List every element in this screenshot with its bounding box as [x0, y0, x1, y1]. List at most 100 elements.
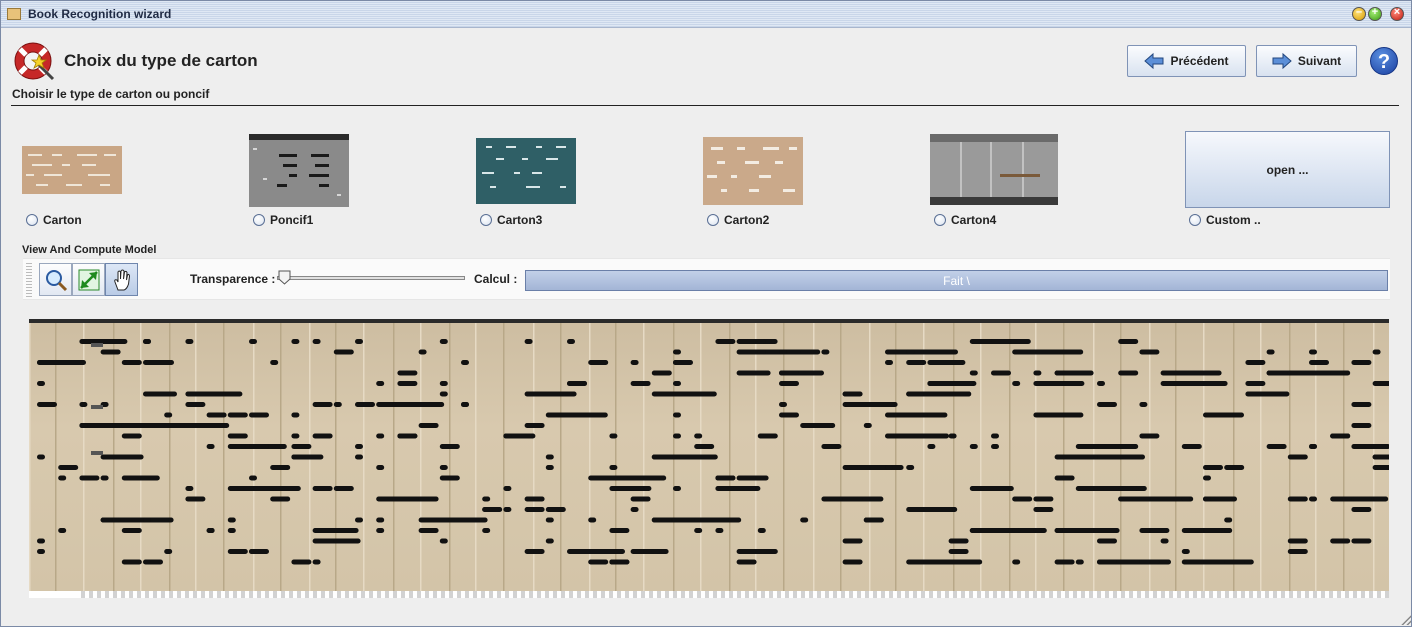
punch-hole — [1203, 412, 1244, 418]
punch-hole — [121, 433, 142, 439]
punch-hole — [227, 412, 248, 418]
punch-hole — [673, 486, 681, 491]
punch-hole — [1054, 559, 1075, 565]
punch-hole — [609, 465, 618, 470]
punch-hole — [227, 517, 236, 523]
calcul-label: Calcul : — [474, 272, 518, 286]
expand-arrows-icon — [78, 269, 99, 290]
slider-thumb[interactable] — [278, 270, 291, 285]
carton4-thumbnail[interactable] — [930, 134, 1058, 205]
punch-hole — [524, 391, 577, 397]
punch-hole — [58, 475, 67, 481]
punch-hole — [991, 433, 999, 439]
punch-hole — [609, 486, 652, 491]
punch-hole — [439, 381, 448, 386]
punch-hole — [79, 402, 88, 407]
punch-hole — [1033, 381, 1085, 386]
punch-hole — [312, 559, 321, 565]
punch-hole — [270, 496, 291, 502]
punch-hole — [1372, 465, 1389, 470]
registration-mark — [91, 405, 103, 409]
punch-hole — [1203, 475, 1211, 481]
punch-hole — [630, 381, 651, 386]
punch-hole — [418, 423, 439, 428]
punch-hole — [885, 360, 893, 365]
punch-hole — [1181, 496, 1190, 502]
help-icon[interactable]: ? — [1370, 47, 1398, 75]
punch-hole — [1245, 391, 1290, 397]
minimize-button[interactable]: – — [1352, 6, 1366, 21]
punch-hole — [249, 444, 269, 449]
punch-hole — [185, 496, 206, 502]
punch-hole — [249, 339, 257, 344]
punch-hole — [143, 559, 163, 565]
carton-radio[interactable] — [26, 214, 38, 226]
punch-hole — [37, 454, 45, 460]
punch-hole — [37, 538, 45, 544]
punch-hole — [439, 475, 460, 481]
carton-thumbnail[interactable] — [22, 146, 122, 194]
transparence-slider[interactable] — [275, 267, 467, 289]
punch-hole — [397, 433, 418, 439]
poncif1-radio[interactable] — [253, 214, 265, 226]
punch-hole — [800, 349, 821, 355]
poncif1-thumbnail[interactable] — [249, 134, 349, 207]
carton2-label: Carton2 — [724, 213, 770, 227]
punch-hole — [1351, 423, 1372, 428]
punch-hole — [418, 528, 439, 533]
punch-hole — [355, 402, 375, 407]
punch-hole — [736, 486, 757, 491]
hand-icon — [113, 269, 130, 290]
punch-hole — [779, 402, 787, 407]
punch-hole — [121, 360, 142, 365]
punch-hole — [842, 465, 904, 470]
next-button[interactable]: Suivant — [1256, 45, 1357, 77]
registration-mark — [91, 451, 103, 455]
next-button-label: Suivant — [1297, 54, 1342, 68]
punch-hole — [1139, 433, 1160, 439]
punch-hole — [185, 339, 194, 344]
open-custom-button[interactable]: open ... — [1185, 131, 1390, 208]
punch-hole — [545, 465, 554, 470]
carton4-radio[interactable] — [934, 214, 946, 226]
carton2-radio[interactable] — [707, 214, 719, 226]
carton-preview-scrollbar[interactable] — [29, 591, 1389, 598]
carton3-radio[interactable] — [480, 214, 492, 226]
title-bar[interactable]: Book Recognition wizard – + × — [1, 1, 1411, 28]
punch-hole — [694, 517, 742, 523]
custom-radio[interactable] — [1189, 214, 1201, 226]
toolbar-grip[interactable] — [26, 263, 32, 297]
punch-hole — [333, 402, 342, 407]
punch-hole — [1033, 496, 1054, 502]
punch-hole — [1330, 370, 1351, 376]
carton4-thumbnail-image — [930, 134, 1058, 205]
carton-thumbnail-image — [22, 146, 122, 194]
carton-preview-scroll-thumb[interactable] — [29, 591, 79, 598]
resize-grip[interactable] — [1401, 615, 1411, 625]
punch-hole — [1118, 486, 1139, 491]
punch-hole — [715, 475, 736, 481]
punch-hole — [312, 486, 333, 491]
arrow-right-icon — [1272, 52, 1292, 70]
punch-hole — [757, 339, 766, 344]
pan-button[interactable] — [105, 263, 138, 296]
punch-hole — [567, 339, 575, 344]
punch-hole — [1012, 496, 1033, 502]
carton-preview[interactable] — [29, 319, 1389, 591]
punch-hole — [1330, 538, 1351, 544]
carton-label: Carton — [43, 213, 82, 227]
punch-hole — [948, 538, 969, 544]
carton2-thumbnail[interactable] — [703, 137, 803, 205]
fit-button[interactable] — [72, 263, 105, 296]
close-button[interactable]: × — [1390, 6, 1404, 21]
punch-hole — [1097, 454, 1145, 460]
carton3-thumbnail[interactable] — [476, 138, 576, 204]
carton3-thumbnail-image — [476, 138, 576, 204]
punch-hole — [651, 391, 717, 397]
punch-hole — [100, 454, 144, 460]
zoom-button[interactable] — [39, 263, 72, 296]
maximize-button[interactable]: + — [1368, 6, 1382, 21]
punch-hole — [842, 391, 863, 397]
previous-button[interactable]: Précédent — [1127, 45, 1246, 77]
punch-hole — [270, 465, 291, 470]
